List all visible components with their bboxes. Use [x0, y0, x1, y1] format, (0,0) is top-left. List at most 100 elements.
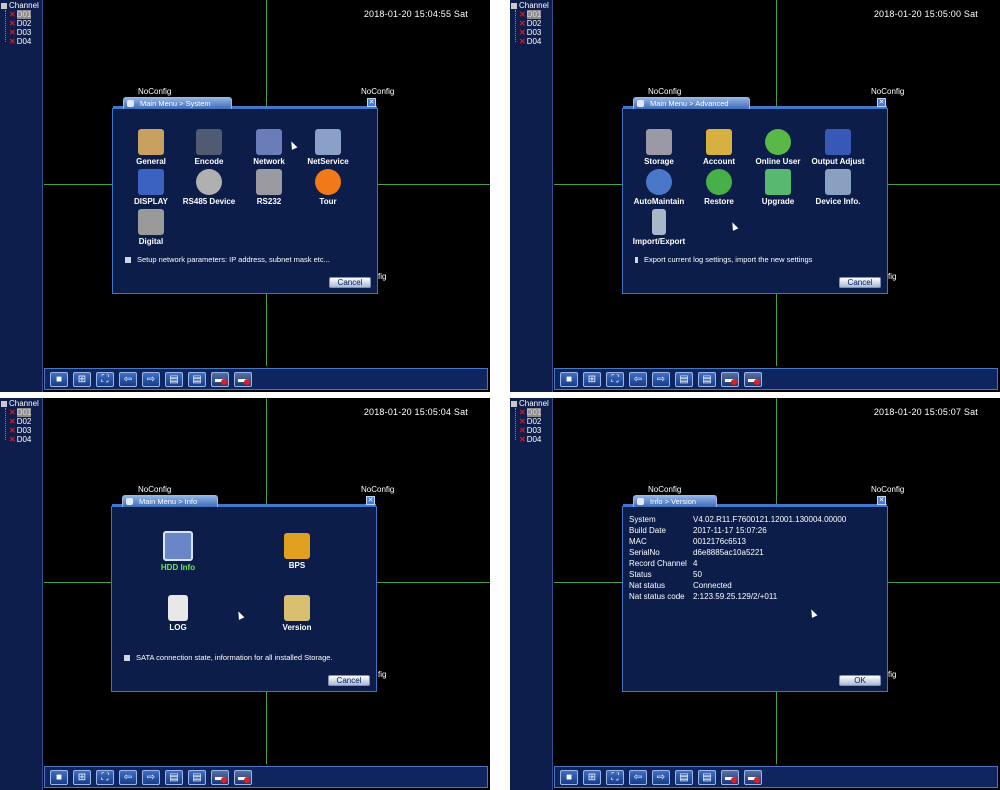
channel-title: Channel	[511, 1, 549, 10]
cancel-button[interactable]: Cancel	[329, 277, 371, 288]
fullscreen-button[interactable]: ⛶	[606, 372, 624, 387]
quad-view-icon: ⊞	[587, 374, 597, 385]
import-export-icon	[652, 209, 666, 235]
quad-view-button[interactable]: ⊞	[583, 770, 601, 785]
shutdown-button[interactable]: ▬	[744, 770, 762, 785]
fullscreen-button[interactable]: ⛶	[606, 770, 624, 785]
single-view-button[interactable]: ■	[560, 372, 578, 387]
quad-view-button[interactable]: ⊞	[583, 372, 601, 387]
quad-view-button[interactable]: ⊞	[73, 770, 91, 785]
menu-item-netservice[interactable]: NetService	[293, 129, 363, 166]
close-icon[interactable]: ✕	[877, 496, 886, 505]
close-icon[interactable]: ✕	[366, 496, 375, 505]
channel-item-d04[interactable]: ✕D04	[519, 37, 541, 46]
device-info-icon	[825, 169, 851, 195]
channel-item-d03[interactable]: ✕D03	[519, 28, 541, 37]
next-icon: ⇨	[656, 772, 666, 783]
menu-item-import-export[interactable]: Import/Export	[624, 209, 694, 246]
next-button[interactable]: ⇨	[142, 770, 160, 785]
channel-item-d01[interactable]: ✕D01	[519, 408, 542, 417]
disconnected-icon: ✕	[9, 408, 16, 417]
menu-item-digital[interactable]: Digital	[116, 209, 186, 246]
playback-button[interactable]: ▤	[698, 372, 716, 387]
single-view-button[interactable]: ■	[50, 770, 68, 785]
channel-item-d01[interactable]: ✕D01	[9, 408, 32, 417]
alarm-button[interactable]: ▬	[211, 770, 229, 785]
channel-item-d02[interactable]: ✕D02	[519, 417, 541, 426]
prev-icon: ⇦	[123, 772, 133, 783]
prev-button[interactable]: ⇦	[629, 372, 647, 387]
menu-item-tour[interactable]: Tour	[293, 169, 363, 206]
playback-button[interactable]: ▤	[188, 372, 206, 387]
single-view-button[interactable]: ■	[560, 770, 578, 785]
screen-version: Channel ✕D01 ✕D02 ✕D03 ✕D04 2018-01-20 1…	[510, 398, 1000, 790]
disconnected-icon: ✕	[519, 19, 526, 28]
no-config-label: fig	[888, 272, 897, 281]
menu-item-log[interactable]: LOG	[143, 595, 213, 632]
disconnected-icon: ✕	[9, 19, 16, 28]
single-view-icon: ■	[55, 374, 63, 385]
next-button[interactable]: ⇨	[652, 770, 670, 785]
channel-item-d02[interactable]: ✕D02	[9, 19, 31, 28]
alarm-button[interactable]: ▬	[721, 372, 739, 387]
record-button[interactable]: ▤	[675, 770, 693, 785]
prev-button[interactable]: ⇦	[629, 770, 647, 785]
storage-icon	[646, 129, 672, 155]
disconnected-icon: ✕	[519, 435, 526, 444]
shutdown-button[interactable]: ▬	[234, 372, 252, 387]
shutdown-button[interactable]: ▬	[234, 770, 252, 785]
channel-item-d02[interactable]: ✕D02	[519, 19, 541, 28]
menu-item-bps[interactable]: BPS	[262, 533, 332, 570]
disconnected-icon: ✕	[9, 417, 16, 426]
channel-icon	[1, 2, 7, 9]
playback-button[interactable]: ▤	[698, 770, 716, 785]
playback-button[interactable]: ▤	[188, 770, 206, 785]
quad-view-icon: ⊞	[77, 772, 87, 783]
record-button[interactable]: ▤	[675, 372, 693, 387]
channel-item-d01[interactable]: ✕D01	[519, 10, 542, 19]
channel-item-d02[interactable]: ✕D02	[9, 417, 31, 426]
cancel-button[interactable]: Cancel	[328, 675, 370, 686]
network-icon	[256, 129, 282, 155]
system-dialog: Main Menu > System ✕ General Encode Netw…	[112, 97, 378, 294]
shutdown-button[interactable]: ▬	[744, 372, 762, 387]
single-view-button[interactable]: ■	[50, 372, 68, 387]
next-button[interactable]: ⇨	[652, 372, 670, 387]
menu-item-version[interactable]: Version	[262, 595, 332, 632]
next-button[interactable]: ⇨	[142, 372, 160, 387]
ok-button[interactable]: OK	[839, 675, 881, 686]
close-icon[interactable]: ✕	[877, 98, 886, 107]
record-button[interactable]: ▤	[165, 372, 183, 387]
version-row-value: 2:123.59.25.129/2/+011	[693, 592, 778, 601]
version-icon	[284, 595, 310, 621]
prev-button[interactable]: ⇦	[119, 372, 137, 387]
channel-item-d04[interactable]: ✕D04	[519, 435, 541, 444]
info-icon	[124, 655, 130, 662]
fullscreen-button[interactable]: ⛶	[96, 770, 114, 785]
disconnected-icon: ✕	[519, 10, 526, 19]
channel-item-d03[interactable]: ✕D03	[519, 426, 541, 435]
automaintain-icon	[646, 169, 672, 195]
menu-item-output-adjust[interactable]: Output Adjust	[803, 129, 873, 166]
version-row-label: System	[629, 515, 656, 524]
prev-button[interactable]: ⇦	[119, 770, 137, 785]
menu-item-device-info[interactable]: Device Info.	[803, 169, 873, 206]
alarm-button[interactable]: ▬	[721, 770, 739, 785]
output-adjust-icon	[825, 129, 851, 155]
fullscreen-button[interactable]: ⛶	[96, 372, 114, 387]
channel-icon	[511, 400, 517, 407]
channel-item-d03[interactable]: ✕D03	[9, 28, 31, 37]
channel-item-d03[interactable]: ✕D03	[9, 426, 31, 435]
record-button[interactable]: ▤	[165, 770, 183, 785]
menu-item-hdd-info[interactable]: HDD Info	[143, 531, 213, 572]
no-config-label: NoConfig	[648, 87, 682, 96]
channel-item-d04[interactable]: ✕D04	[9, 435, 31, 444]
no-config-label: fig	[378, 272, 387, 281]
close-icon[interactable]: ✕	[367, 98, 376, 107]
menu-icon	[126, 498, 133, 505]
cancel-button[interactable]: Cancel	[839, 277, 881, 288]
alarm-button[interactable]: ▬	[211, 372, 229, 387]
quad-view-button[interactable]: ⊞	[73, 372, 91, 387]
channel-item-d04[interactable]: ✕D04	[9, 37, 31, 46]
channel-item-d01[interactable]: ✕D01	[9, 10, 32, 19]
